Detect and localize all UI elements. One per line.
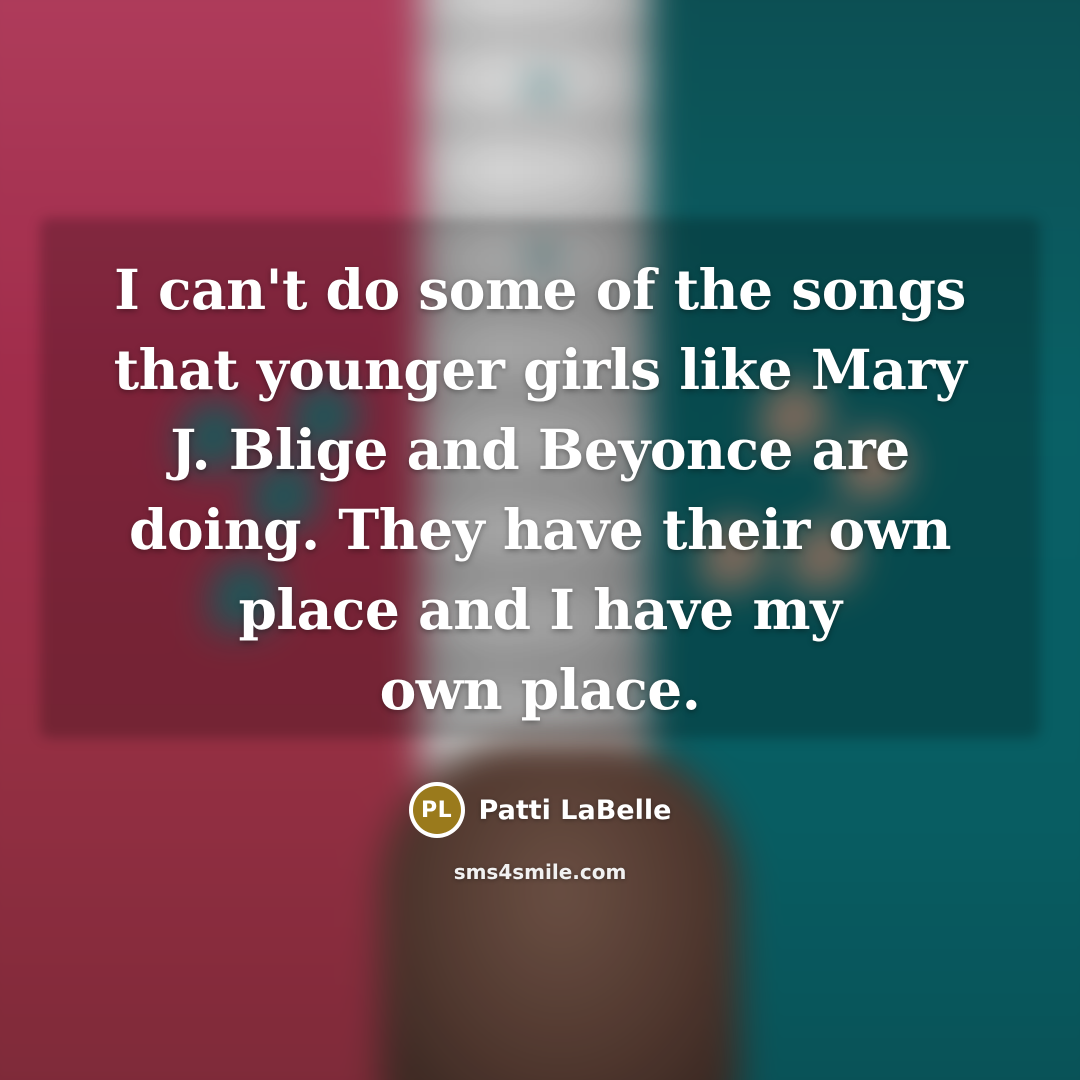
site-watermark: sms4smile.com — [453, 860, 627, 884]
quote-line: that younger girls like Mary — [113, 337, 967, 402]
quote-line: own place. — [379, 657, 701, 722]
quote-line: doing. They have their own — [129, 497, 951, 562]
author-row: PL Patti LaBelle — [0, 782, 1080, 838]
quote-card: I can't do some of the songs that younge… — [0, 0, 1080, 1080]
quote-line: J. Blige and Beyonce are — [170, 417, 910, 482]
author-name: Patti LaBelle — [478, 794, 672, 826]
quote-line: I can't do some of the songs — [114, 257, 966, 322]
quote-block: I can't do some of the songs that younge… — [0, 250, 1080, 884]
author-initials-badge: PL — [408, 782, 465, 838]
author-initials: PL — [412, 786, 461, 834]
quote-line: place and I have my — [238, 577, 842, 642]
quote-text: I can't do some of the songs that younge… — [60, 250, 1020, 730]
